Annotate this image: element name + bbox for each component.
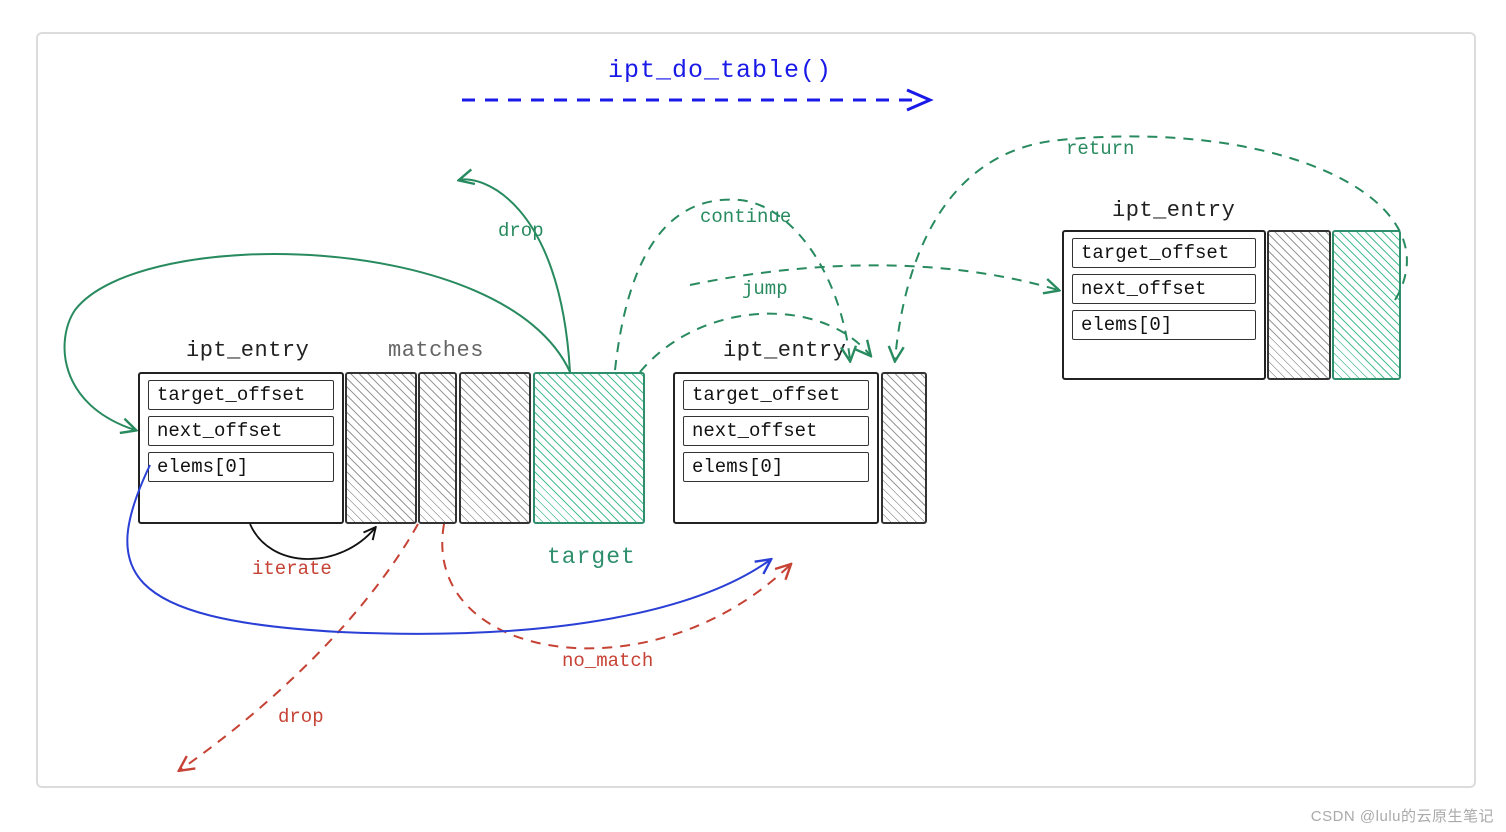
entry3-field-target-offset: target_offset xyxy=(1072,238,1256,268)
entry1-target xyxy=(533,372,645,524)
entry1-match1 xyxy=(345,372,417,524)
flow-arrow-main xyxy=(462,86,942,116)
entry3-box: target_offset next_offset elems[0] xyxy=(1062,230,1266,380)
watermark: CSDN @lulu的云原生笔记 xyxy=(1311,805,1494,826)
entry1-field-elems0: elems[0] xyxy=(148,452,334,482)
entry3-field-next-offset: next_offset xyxy=(1072,274,1256,304)
edge-continue: continue xyxy=(700,206,791,228)
entry2-field-next-offset: next_offset xyxy=(683,416,869,446)
entry3-field-elems0: elems[0] xyxy=(1072,310,1256,340)
entry3-match1 xyxy=(1267,230,1331,380)
entry3-title: ipt_entry xyxy=(1112,198,1235,223)
entry1-field-next-offset: next_offset xyxy=(148,416,334,446)
entry3-target xyxy=(1332,230,1401,380)
entry2-match1 xyxy=(881,372,927,524)
edge-drop-bottom: drop xyxy=(278,706,324,728)
edge-return: return xyxy=(1066,138,1134,160)
edge-iterate: iterate xyxy=(252,558,332,580)
entry1-title: ipt_entry xyxy=(186,338,309,363)
entry2-title: ipt_entry xyxy=(723,338,846,363)
function-name: ipt_do_table() xyxy=(608,56,832,85)
entry2-field-target-offset: target_offset xyxy=(683,380,869,410)
entry1-field-target-offset: target_offset xyxy=(148,380,334,410)
entry1-match3 xyxy=(459,372,531,524)
edge-no-match: no_match xyxy=(562,650,653,672)
target-label: target xyxy=(547,544,636,570)
entry2-box: target_offset next_offset elems[0] xyxy=(673,372,879,524)
entry2-field-elems0: elems[0] xyxy=(683,452,869,482)
edge-jump: jump xyxy=(742,278,788,300)
edge-drop-top: drop xyxy=(498,220,544,242)
entry1-box: target_offset next_offset elems[0] xyxy=(138,372,344,524)
matches-label: matches xyxy=(388,338,484,363)
entry1-match2 xyxy=(418,372,457,524)
